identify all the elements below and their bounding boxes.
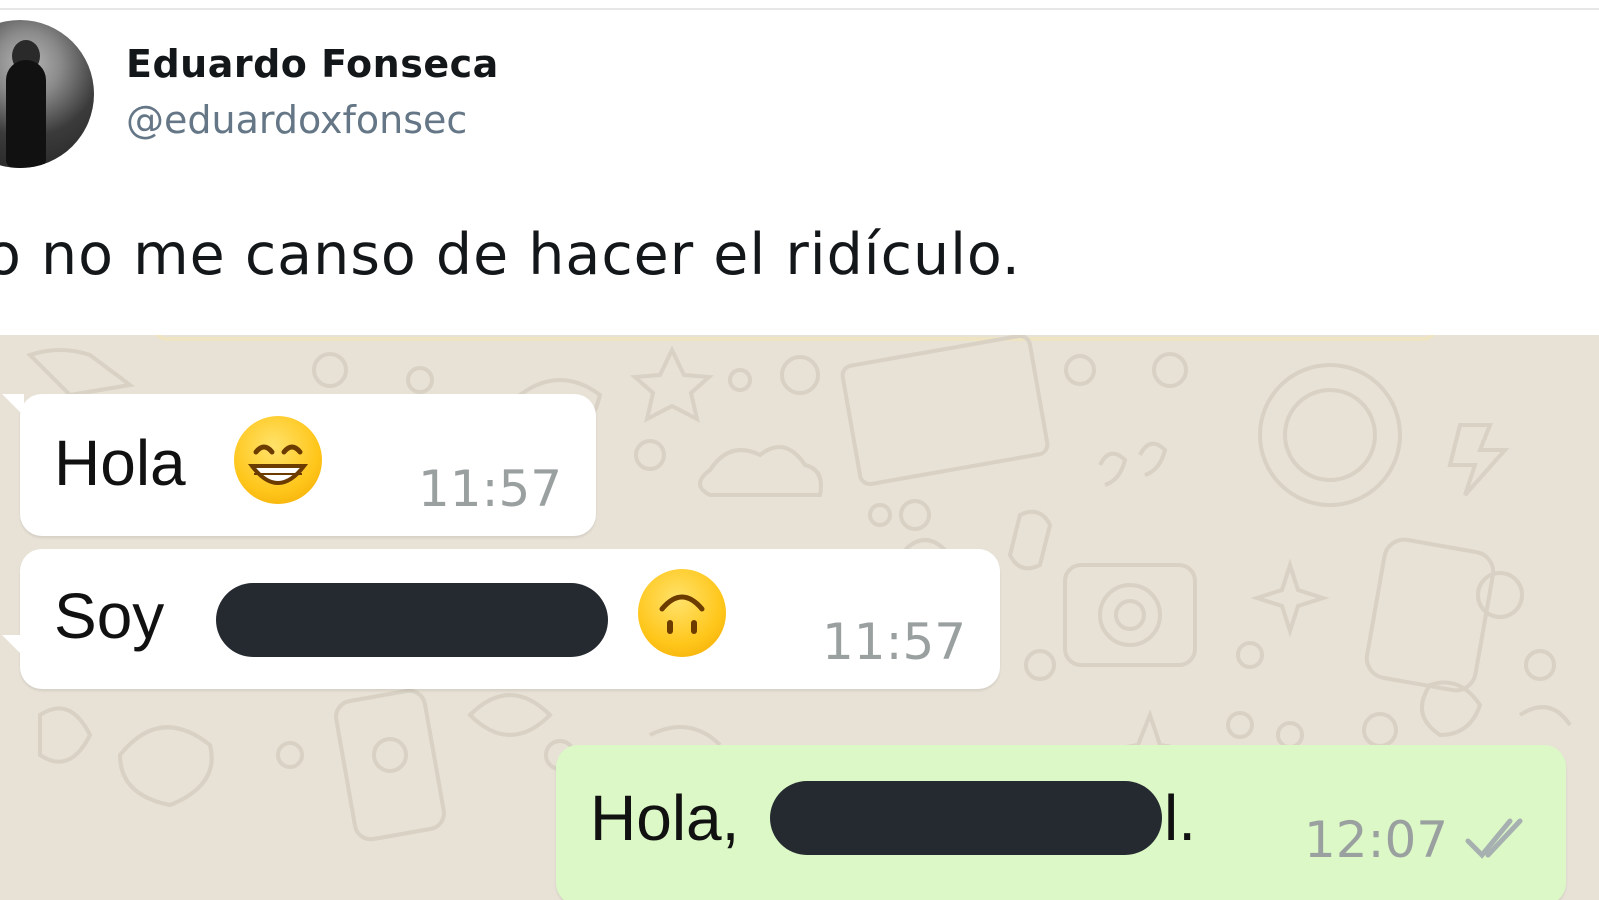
incoming-message-bubble[interactable]: Hola 11:57: [20, 394, 596, 536]
bubble-tail: [2, 635, 24, 657]
display-name[interactable]: Eduardo Fonseca: [126, 42, 499, 86]
message-time: 12:07: [1304, 811, 1449, 869]
outgoing-message-bubble[interactable]: Hola, l. 12:07: [556, 745, 1566, 900]
message-text-suffix: l.: [1164, 782, 1196, 854]
redaction-mark: [770, 781, 1162, 855]
grinning-face-emoji-icon: [234, 416, 322, 504]
message-text: Hola,: [590, 782, 740, 854]
message-text: Hola: [54, 427, 186, 499]
read-double-check-icon: [1465, 818, 1523, 859]
avatar[interactable]: [0, 20, 94, 168]
message-time: 11:57: [822, 613, 967, 671]
bubble-tail: [2, 394, 24, 416]
redaction-mark: [216, 583, 608, 657]
upside-down-face-emoji-icon: [638, 569, 726, 657]
chat-screenshot: Hola 11:57 Soy 11:57 Hola, l. 12:07: [0, 335, 1599, 900]
divider: [0, 8, 1599, 10]
tweet-header: Eduardo Fonseca @eduardoxfonsec o no me …: [0, 0, 1599, 335]
tweet-text: o no me canso de hacer el ridículo.: [0, 222, 1021, 288]
incoming-message-bubble[interactable]: Soy 11:57: [20, 549, 1000, 689]
avatar-figure-shape: [6, 60, 46, 168]
user-handle[interactable]: @eduardoxfonsec: [126, 98, 467, 142]
message-text: Soy: [54, 580, 165, 652]
message-time: 11:57: [418, 460, 563, 518]
